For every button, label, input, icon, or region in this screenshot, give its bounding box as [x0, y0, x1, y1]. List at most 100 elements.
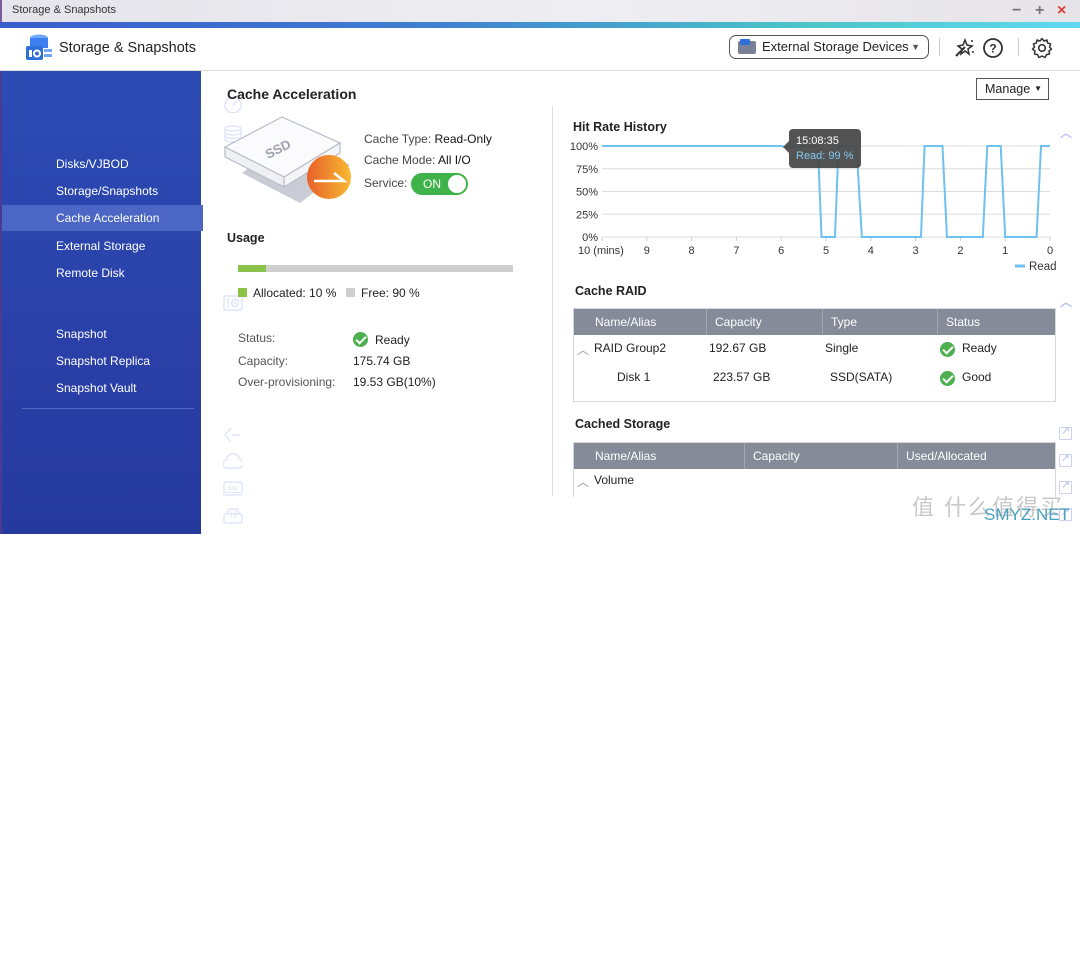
column-header[interactable]: Name/Alias — [574, 309, 707, 335]
raid-type: Single — [825, 341, 858, 355]
sidebar-item-storage-snapshots[interactable]: Storage/Snapshots — [2, 178, 203, 204]
x-tick-label: 9 — [644, 245, 650, 257]
y-tick-label: 50% — [576, 187, 598, 199]
cache-type: Cache Type: Read-Only — [364, 132, 492, 146]
capacity-label: Capacity: — [238, 354, 288, 368]
tooltip-value: Read: 99 % — [796, 150, 853, 162]
sidebar-item-label: iSCSI & Fibre Channel — [251, 428, 383, 442]
x-tick-label: 1 — [1002, 245, 1008, 257]
sidebar-item-snapshot-replica[interactable]: Snapshot Replica — [2, 348, 203, 374]
column-header[interactable]: Capacity — [745, 443, 898, 469]
minimize-button[interactable]: − — [1012, 2, 1021, 20]
sidebar-item-label: Remote Disk — [56, 266, 125, 280]
sidebar-item-disks-vjbod[interactable]: Disks/VJBOD — [2, 151, 203, 177]
usage-allocated-fill — [238, 265, 266, 272]
settings-icon[interactable] — [1031, 37, 1053, 59]
x-tick-label: 0 — [1047, 245, 1053, 257]
tooltip-time: 15:08:35 — [796, 135, 839, 147]
status-value: Ready — [375, 333, 410, 347]
page-title: Cache Acceleration — [227, 86, 356, 102]
external-storage-devices-button[interactable]: External Storage Devices ▼ — [729, 35, 929, 59]
column-header[interactable]: Type — [823, 309, 938, 335]
toggle-knob — [448, 175, 466, 193]
cached-storage-table: Name/Alias Capacity Used/Allocated ︿ Vol… — [573, 442, 1056, 497]
sidebar-item-label: HybridMount — [251, 455, 328, 469]
y-tick-label: 0% — [582, 232, 598, 244]
chevron-down-icon: ▼ — [1034, 79, 1042, 99]
sidebar-item-label: Storage/Snapshots — [56, 184, 158, 198]
ssd-illustration: SSD — [222, 115, 357, 205]
sidebar-item-remote-disk[interactable]: Remote Disk — [2, 260, 203, 286]
column-header[interactable]: Used/Allocated — [898, 443, 1056, 469]
x-tick-label: 4 — [868, 245, 874, 257]
usage-progress-bar — [238, 265, 513, 272]
sidebar-item-vjbod-cloud[interactable]: VJBOD Cloud — [203, 503, 1080, 966]
iscsi-icon — [223, 426, 243, 444]
header-divider — [939, 38, 940, 56]
column-header[interactable]: Capacity — [707, 309, 823, 335]
y-tick-label: 25% — [576, 209, 598, 221]
x-tick-label: 6 — [778, 245, 784, 257]
volume-name: Volume — [594, 473, 634, 487]
header-divider — [1018, 38, 1019, 56]
cache-raid-table: Name/Alias Capacity Type Status ︿ RAID G… — [573, 308, 1056, 402]
disk-status: Good — [962, 370, 991, 384]
disk-capacity: 223.57 GB — [713, 370, 770, 384]
service-label: Service: — [364, 176, 407, 190]
watermark-site: SMYZ.NET — [984, 505, 1070, 525]
app-header: Storage & Snapshots External Storage Dev… — [0, 28, 1080, 71]
chevron-up-icon[interactable]: ︿ — [1060, 293, 1072, 310]
sidebar-item-label: Snapshot — [56, 327, 107, 341]
help-icon[interactable]: ? — [982, 37, 1004, 59]
storage-snapshots-app-icon — [26, 33, 52, 61]
svg-text:?: ? — [989, 42, 996, 56]
cache-mode: Cache Mode: All I/O — [364, 153, 471, 167]
disk-type: SSD(SATA) — [830, 370, 892, 384]
external-storage-devices-label: External Storage Devices — [762, 39, 909, 54]
cache-raid-title: Cache RAID — [575, 284, 647, 298]
column-header[interactable]: Name/Alias — [574, 443, 745, 469]
capacity-value: 175.74 GB — [353, 354, 410, 368]
free-legend-swatch — [346, 288, 355, 297]
close-button[interactable]: × — [1057, 2, 1066, 20]
external-link-icon[interactable] — [1059, 427, 1072, 440]
status-ready-icon — [940, 342, 955, 357]
cache-acceleration-badge-icon — [307, 155, 351, 199]
maximize-button[interactable]: + — [1035, 2, 1044, 20]
x-tick-label: 2 — [957, 245, 963, 257]
disk-name: Disk 1 — [617, 370, 650, 384]
column-header[interactable]: Status — [938, 309, 1056, 335]
table-header: Name/Alias Capacity Used/Allocated — [574, 443, 1055, 469]
ssd-icon: SSD — [223, 480, 243, 498]
x-tick-label: 3 — [913, 245, 919, 257]
x-tick-label: 10 (mins) — [578, 245, 624, 257]
wizard-icon[interactable] — [953, 37, 975, 59]
panel-divider — [552, 106, 553, 496]
svg-text:SSD: SSD — [228, 486, 239, 492]
overprovisioning-value: 19.53 GB(10%) — [353, 375, 436, 389]
manage-button[interactable]: Manage ▼ — [976, 78, 1049, 100]
table-row[interactable]: ︿ RAID Group2 192.67 GB Single Ready — [574, 335, 1055, 364]
y-tick-label: 100% — [570, 141, 598, 153]
sidebar-item-cache-acceleration[interactable]: Cache Acceleration — [2, 205, 203, 231]
cache-mode-value: All I/O — [438, 153, 471, 167]
service-toggle[interactable]: ON — [411, 173, 468, 195]
sidebar-item-label: SSD Profiling Tool — [251, 482, 360, 496]
chart-tooltip: 15:08:35 Read: 99 % — [789, 129, 861, 168]
status-label: Status: — [238, 331, 275, 345]
chevron-up-icon[interactable]: ︿ — [577, 473, 589, 490]
chevron-up-icon[interactable]: ︿ — [577, 341, 589, 358]
sidebar-item-external-storage[interactable]: External Storage — [2, 233, 203, 259]
sidebar-item-label: VJBOD Cloud — [251, 509, 333, 523]
sidebar-item-snapshot-vault[interactable]: Snapshot Vault — [2, 375, 203, 401]
external-link-icon[interactable] — [1059, 454, 1072, 467]
manage-label: Manage — [985, 82, 1030, 96]
raid-name: RAID Group2 — [594, 341, 666, 355]
sidebar-item-snapshot[interactable]: Snapshot — [2, 321, 203, 347]
table-row[interactable]: Disk 1 223.57 GB SSD(SATA) Good — [574, 364, 1055, 393]
sidebar-item-label: Cache Acceleration — [56, 211, 159, 225]
allocated-legend-label: Allocated: 10 % — [253, 286, 336, 300]
window-titlebar: Storage & Snapshots − + × — [0, 0, 1080, 22]
cache-mode-label: Cache Mode: — [364, 153, 435, 167]
raid-capacity: 192.67 GB — [709, 341, 766, 355]
